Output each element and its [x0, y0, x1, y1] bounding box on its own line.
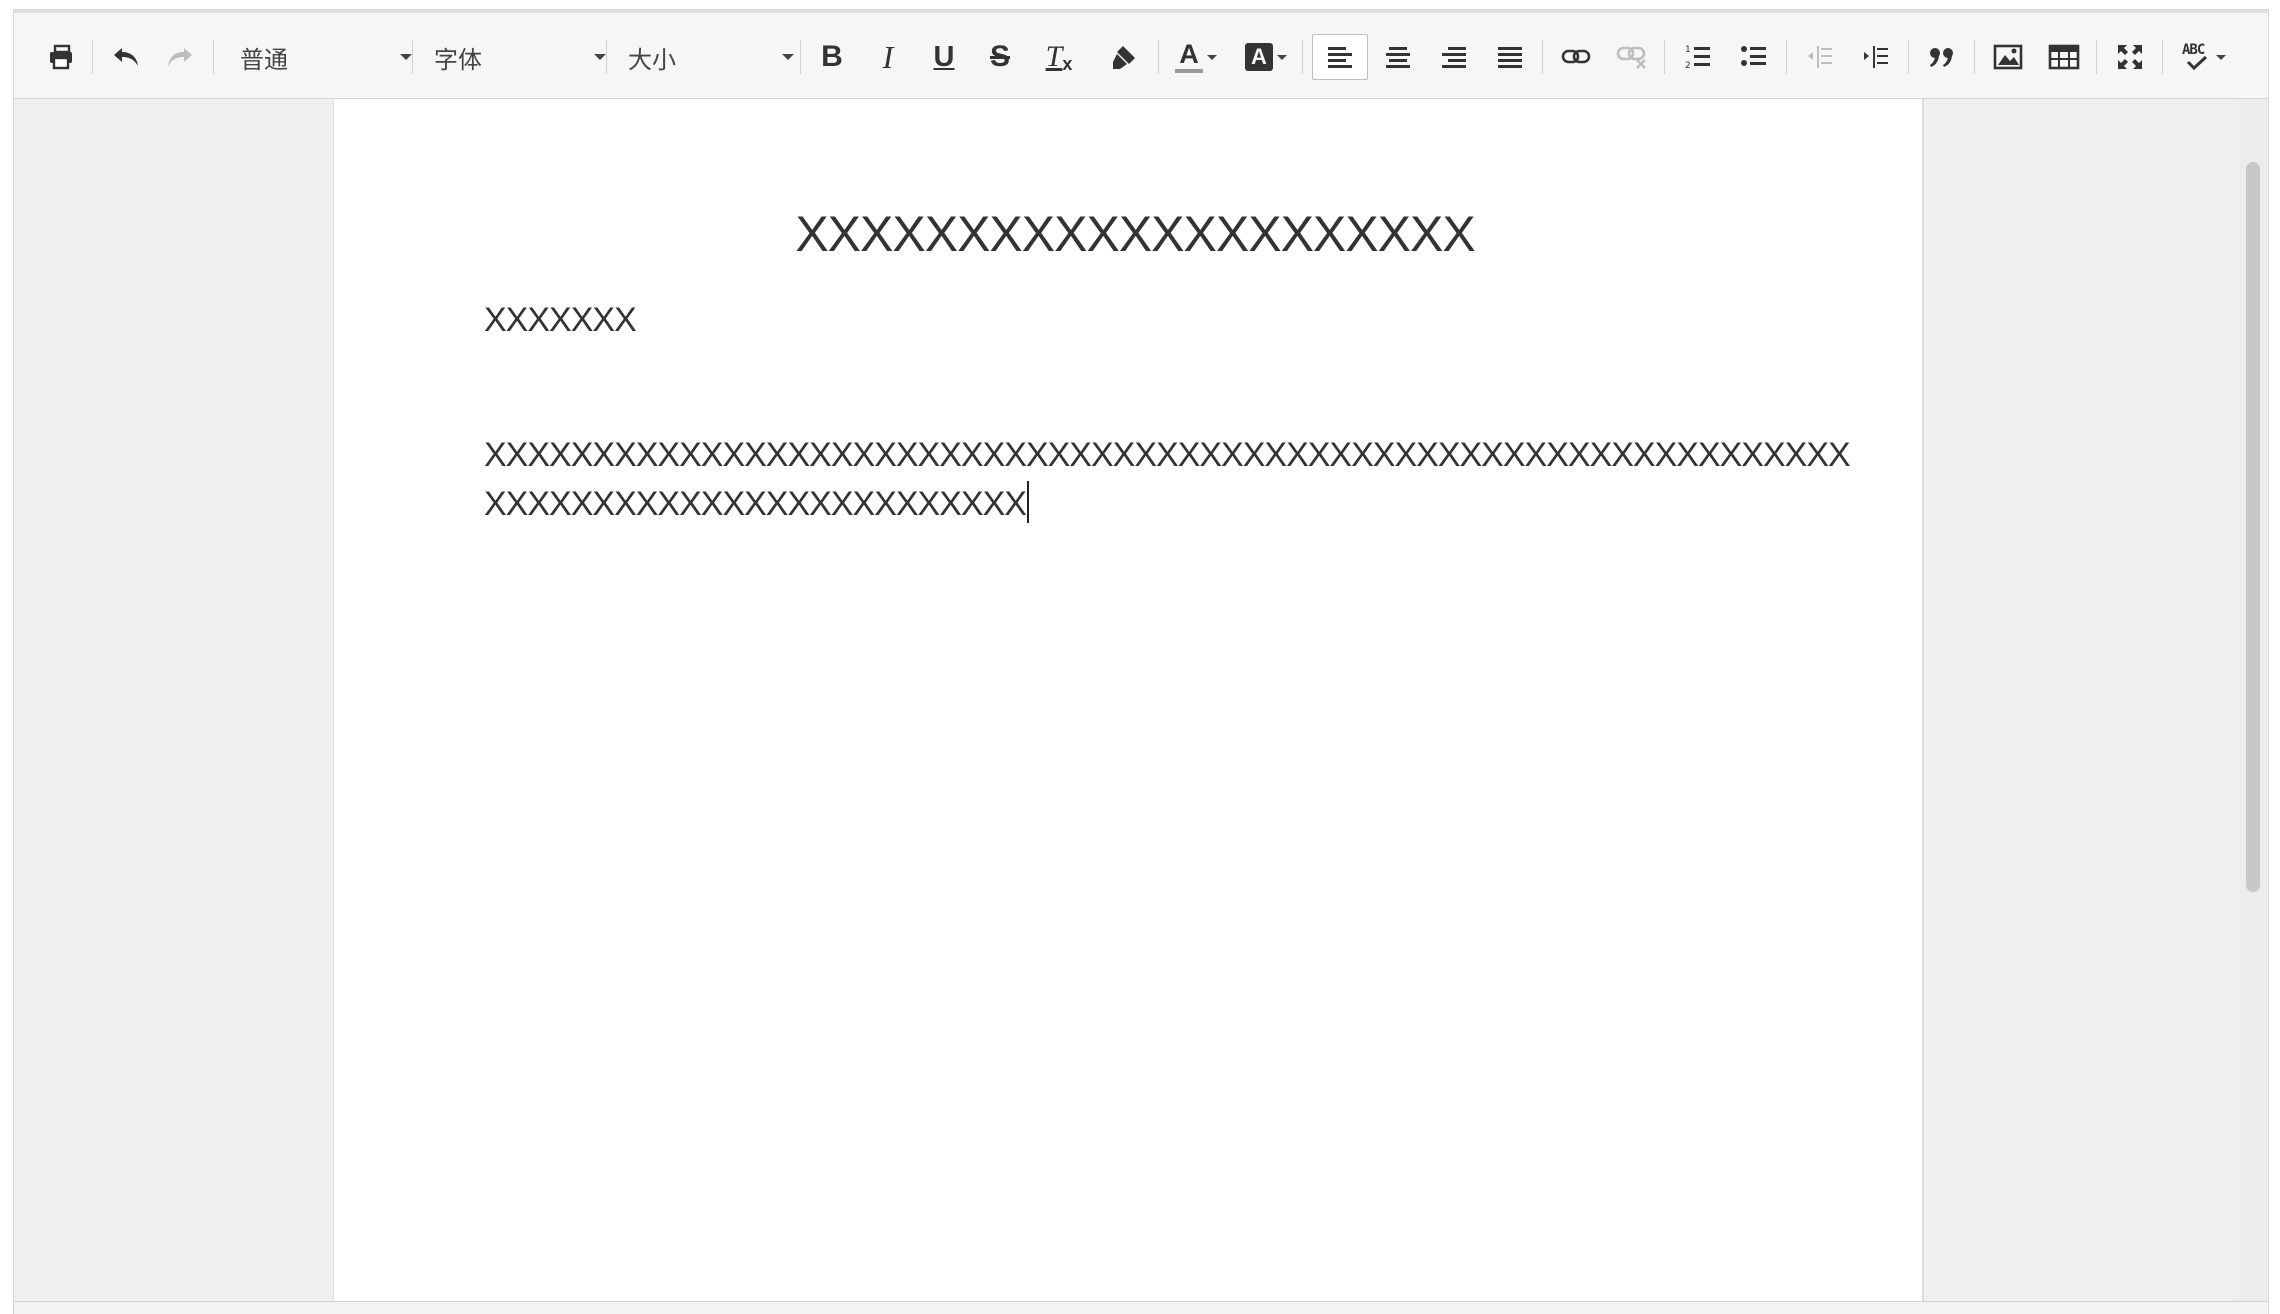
clear-format-button[interactable]: T x: [1034, 34, 1084, 80]
chevron-down-icon: [400, 54, 412, 60]
chevron-down-icon: [1277, 54, 1287, 60]
toolbar-separator: [1302, 40, 1303, 74]
ordered-list-icon[interactable]: 1 2: [1676, 34, 1720, 80]
outdent-icon[interactable]: [1798, 34, 1842, 80]
chevron-down-icon: [594, 54, 606, 60]
body-line-text: XXXXXXXXXXXXXXXXXXXXXXXXX: [484, 485, 1027, 523]
toolbar-separator: [1786, 40, 1787, 74]
align-center-button[interactable]: [1376, 34, 1420, 80]
toolbar-separator: [606, 40, 607, 74]
indent-icon[interactable]: [1854, 34, 1898, 80]
table-icon[interactable]: [2042, 34, 2086, 80]
editor-window: 普通 字体 大小 B I U S T x A A 1 2 ABC XXXXXXX…: [13, 9, 2269, 1314]
checkmark-icon: [2186, 55, 2208, 71]
toolbar-separator: [1908, 40, 1909, 74]
svg-text:2: 2: [1685, 61, 1691, 71]
fullscreen-icon[interactable]: [2108, 34, 2152, 80]
align-center-icon: [1386, 47, 1410, 68]
vertical-scrollbar[interactable]: [2238, 99, 2268, 1314]
spellcheck-button[interactable]: ABC: [2174, 34, 2234, 80]
clear-format-letter: T: [1045, 40, 1063, 73]
strikethrough-button[interactable]: S: [980, 34, 1020, 80]
toolbar-separator: [2096, 40, 2097, 74]
background-color-letter: A: [1245, 43, 1273, 71]
toolbar-separator: [1974, 40, 1975, 74]
align-justify-icon: [1498, 47, 1522, 68]
brush-icon[interactable]: [1102, 34, 1146, 80]
chevron-down-icon: [1207, 54, 1217, 60]
font-size-value: 大小: [628, 45, 676, 74]
align-left-icon: [1328, 47, 1352, 68]
bulleted-list-icon[interactable]: [1732, 34, 1776, 80]
paragraph-format-value: 普通: [240, 45, 288, 74]
document-body[interactable]: XXXXXXXXXXXXXXXXXXXXXXXXXXXXXXXXXXXXXXXX…: [484, 431, 1851, 529]
toolbar-separator: [1542, 40, 1543, 74]
italic-button[interactable]: I: [868, 34, 908, 80]
font-color-swatch: [1175, 69, 1203, 73]
font-family-value: 字体: [434, 45, 482, 74]
font-color-letter: A: [1179, 39, 1199, 69]
toolbar-separator: [800, 40, 801, 74]
scrollbar-thumb[interactable]: [2246, 162, 2260, 892]
toolbar-separator: [2162, 40, 2163, 74]
quote-icon[interactable]: [1920, 34, 1964, 80]
print-icon[interactable]: [42, 34, 80, 80]
background-color-button[interactable]: A: [1238, 34, 1294, 80]
toolbar: 普通 字体 大小 B I U S T x A A 1 2 ABC: [14, 13, 2268, 99]
font-size-select[interactable]: 大小: [628, 34, 794, 80]
clear-format-sub: x: [1062, 53, 1073, 74]
toolbar-separator: [92, 40, 93, 74]
font-family-select[interactable]: 字体: [434, 34, 606, 80]
toolbar-separator: [412, 40, 413, 74]
paragraph-format-select[interactable]: 普通: [240, 34, 412, 80]
document-page[interactable]: XXXXXXXXXXXXXXXXXXXXX XXXXXXX XXXXXXXXXX…: [333, 99, 1924, 1314]
body-line[interactable]: XXXXXXXXXXXXXXXXXXXXXXXXXXXXXXXXXXXXXXXX…: [484, 431, 1851, 480]
align-right-button[interactable]: [1432, 34, 1476, 80]
document-title[interactable]: XXXXXXXXXXXXXXXXXXXXX: [334, 205, 1922, 263]
redo-icon[interactable]: [158, 34, 202, 80]
link-icon[interactable]: [1554, 34, 1598, 80]
body-line-last[interactable]: XXXXXXXXXXXXXXXXXXXXXXXXX: [484, 480, 1784, 529]
toolbar-separator: [1664, 40, 1665, 74]
chevron-down-icon: [2216, 54, 2226, 60]
document-subtitle[interactable]: XXXXXXX: [484, 301, 637, 340]
undo-icon[interactable]: [104, 34, 148, 80]
svg-text:1: 1: [1685, 45, 1691, 55]
bold-button[interactable]: B: [812, 34, 852, 80]
unlink-icon[interactable]: [1610, 34, 1654, 80]
text-cursor: [1026, 481, 1029, 523]
chevron-down-icon: [782, 54, 794, 60]
toolbar-separator: [213, 40, 214, 74]
image-icon[interactable]: [1986, 34, 2030, 80]
align-right-icon: [1442, 47, 1466, 68]
editor-workspace: XXXXXXXXXXXXXXXXXXXXX XXXXXXX XXXXXXXXXX…: [14, 99, 2268, 1314]
font-color-button[interactable]: A: [1168, 34, 1224, 80]
align-left-button[interactable]: [1312, 34, 1368, 80]
toolbar-separator: [1158, 40, 1159, 74]
underline-button[interactable]: U: [924, 34, 964, 80]
align-justify-button[interactable]: [1488, 34, 1532, 80]
status-bar: [14, 1301, 2268, 1314]
